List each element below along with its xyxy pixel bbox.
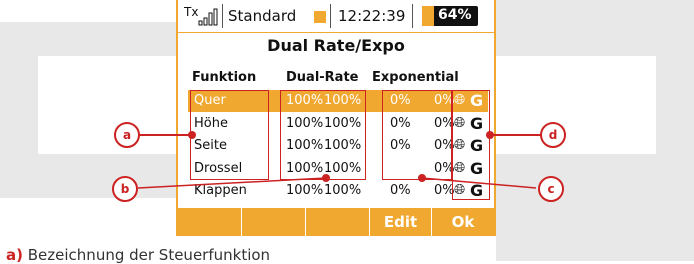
callout-d: d <box>540 122 566 148</box>
edit-button[interactable]: Edit <box>370 208 432 236</box>
status-divider <box>222 4 223 28</box>
model-name: Standard <box>228 7 297 25</box>
clock-time: 12:22:39 <box>338 7 406 25</box>
battery-icon: 64% <box>422 6 478 26</box>
callout-c: c <box>538 176 564 202</box>
callout-c-dot <box>418 174 426 182</box>
callout-d-leader <box>492 134 542 136</box>
callout-a-dot <box>188 131 196 139</box>
page-title: Dual Rate/Expo <box>267 36 405 55</box>
softkey-3-button[interactable] <box>306 208 370 236</box>
column-header-exponential: Exponential <box>372 70 459 85</box>
background-panel-left-inner <box>38 56 176 154</box>
softkey-2-button[interactable] <box>242 208 306 236</box>
callout-d-dot <box>486 131 494 139</box>
status-divider <box>412 4 413 28</box>
expo-value-1[interactable]: 0% <box>390 183 411 198</box>
callout-b: b <box>112 176 138 202</box>
status-divider <box>330 4 331 28</box>
ok-button[interactable]: Ok <box>432 208 494 236</box>
highlight-box-dual-rate <box>280 90 366 180</box>
caption-text: a) Bezeichnung der Steuerfunktion <box>6 246 270 264</box>
background-panel-right-inner <box>496 56 656 154</box>
highlight-box-exponential <box>382 90 452 180</box>
tx-label: Tx <box>184 5 199 19</box>
callout-b-dot <box>322 174 330 182</box>
callout-a-leader <box>138 134 192 136</box>
softkey-1-button[interactable] <box>178 208 242 236</box>
column-header-dual-rate: Dual-Rate <box>286 70 359 85</box>
callout-c-leader <box>420 176 540 196</box>
callout-a: a <box>114 122 140 148</box>
softkey-bar: Edit Ok <box>178 208 494 236</box>
highlight-box-funktion <box>190 90 269 180</box>
caption-body: Bezeichnung der Steuerfunktion <box>27 246 271 264</box>
callout-b-leader <box>130 176 330 196</box>
signal-bars-icon <box>198 8 218 26</box>
column-header-funktion: Funktion <box>192 70 257 85</box>
status-bar: Tx Standard 12:22:39 64% <box>178 0 494 33</box>
status-square-icon <box>314 11 326 23</box>
battery-percent: 64% <box>438 7 472 23</box>
caption-letter: a) <box>6 246 23 264</box>
